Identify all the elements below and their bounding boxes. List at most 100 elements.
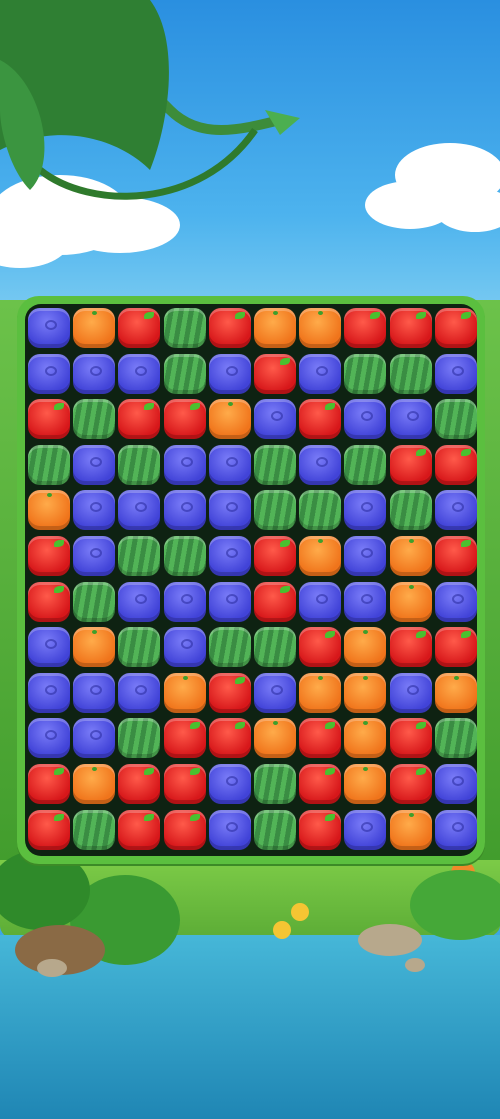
tile-cell[interactable] <box>72 763 116 806</box>
tile-cell[interactable] <box>253 717 297 760</box>
tile-cell[interactable] <box>163 581 207 624</box>
tile-cell[interactable] <box>208 535 252 578</box>
tile-cell[interactable] <box>389 489 433 532</box>
tile-cell[interactable] <box>117 626 161 669</box>
tile-cell[interactable] <box>298 444 342 487</box>
tile-cell[interactable] <box>72 581 116 624</box>
tile-cell[interactable] <box>298 809 342 852</box>
tile-cell[interactable] <box>389 626 433 669</box>
tile-cell[interactable] <box>27 307 71 350</box>
tile-cell[interactable] <box>163 626 207 669</box>
tile-cell[interactable] <box>163 535 207 578</box>
tile-cell[interactable] <box>163 717 207 760</box>
tile-cell[interactable] <box>343 626 387 669</box>
tile-cell[interactable] <box>253 626 297 669</box>
tile-cell[interactable] <box>163 809 207 852</box>
tile-cell[interactable] <box>163 444 207 487</box>
tile-cell[interactable] <box>389 809 433 852</box>
tile-cell[interactable] <box>117 444 161 487</box>
tile-cell[interactable] <box>298 626 342 669</box>
tile-cell[interactable] <box>343 763 387 806</box>
tile-cell[interactable] <box>253 763 297 806</box>
tile-cell[interactable] <box>117 535 161 578</box>
tile-cell[interactable] <box>208 398 252 441</box>
tile-cell[interactable] <box>298 489 342 532</box>
tile-cell[interactable] <box>117 763 161 806</box>
tile-cell[interactable] <box>27 581 71 624</box>
tile-cell[interactable] <box>27 809 71 852</box>
tile-cell[interactable] <box>434 626 478 669</box>
tile-cell[interactable] <box>389 535 433 578</box>
tile-cell[interactable] <box>434 353 478 396</box>
tile-cell[interactable] <box>343 353 387 396</box>
tile-cell[interactable] <box>434 763 478 806</box>
tile-cell[interactable] <box>117 398 161 441</box>
tile-cell[interactable] <box>298 353 342 396</box>
tile-cell[interactable] <box>343 535 387 578</box>
tile-cell[interactable] <box>343 809 387 852</box>
tile-cell[interactable] <box>27 535 71 578</box>
tile-cell[interactable] <box>27 763 71 806</box>
tile-cell[interactable] <box>72 626 116 669</box>
tile-cell[interactable] <box>163 398 207 441</box>
tile-cell[interactable] <box>117 717 161 760</box>
tile-cell[interactable] <box>298 581 342 624</box>
tile-cell[interactable] <box>208 307 252 350</box>
tile-cell[interactable] <box>389 398 433 441</box>
tile-cell[interactable] <box>163 672 207 715</box>
tile-cell[interactable] <box>72 535 116 578</box>
tile-cell[interactable] <box>208 672 252 715</box>
tile-cell[interactable] <box>434 672 478 715</box>
tile-cell[interactable] <box>27 353 71 396</box>
tile-cell[interactable] <box>389 353 433 396</box>
tile-cell[interactable] <box>163 489 207 532</box>
tile-cell[interactable] <box>27 489 71 532</box>
tile-cell[interactable] <box>27 717 71 760</box>
tile-cell[interactable] <box>298 398 342 441</box>
tile-cell[interactable] <box>253 672 297 715</box>
tile-cell[interactable] <box>343 307 387 350</box>
tile-cell[interactable] <box>163 307 207 350</box>
tile-cell[interactable] <box>434 444 478 487</box>
tile-cell[interactable] <box>27 398 71 441</box>
tile-cell[interactable] <box>253 809 297 852</box>
tile-cell[interactable] <box>117 581 161 624</box>
tile-cell[interactable] <box>208 717 252 760</box>
tile-cell[interactable] <box>253 353 297 396</box>
tile-cell[interactable] <box>72 489 116 532</box>
tile-cell[interactable] <box>298 535 342 578</box>
tile-cell[interactable] <box>434 809 478 852</box>
tile-cell[interactable] <box>389 581 433 624</box>
tile-cell[interactable] <box>343 581 387 624</box>
tile-cell[interactable] <box>298 672 342 715</box>
tile-cell[interactable] <box>117 672 161 715</box>
tile-cell[interactable] <box>163 353 207 396</box>
tile-cell[interactable] <box>434 581 478 624</box>
tile-cell[interactable] <box>253 535 297 578</box>
tile-cell[interactable] <box>208 353 252 396</box>
tile-cell[interactable] <box>253 581 297 624</box>
tile-cell[interactable] <box>389 444 433 487</box>
tile-cell[interactable] <box>72 307 116 350</box>
tile-cell[interactable] <box>72 717 116 760</box>
tile-cell[interactable] <box>298 717 342 760</box>
tile-cell[interactable] <box>117 489 161 532</box>
tile-cell[interactable] <box>343 672 387 715</box>
tile-cell[interactable] <box>434 535 478 578</box>
tile-cell[interactable] <box>343 398 387 441</box>
tile-cell[interactable] <box>253 489 297 532</box>
tile-cell[interactable] <box>434 307 478 350</box>
tile-cell[interactable] <box>72 353 116 396</box>
tile-cell[interactable] <box>343 489 387 532</box>
tile-cell[interactable] <box>27 444 71 487</box>
tile-cell[interactable] <box>208 581 252 624</box>
tile-cell[interactable] <box>253 398 297 441</box>
tile-cell[interactable] <box>253 307 297 350</box>
tile-cell[interactable] <box>117 809 161 852</box>
tile-cell[interactable] <box>72 672 116 715</box>
tile-cell[interactable] <box>389 307 433 350</box>
tile-cell[interactable] <box>163 763 207 806</box>
tile-cell[interactable] <box>434 717 478 760</box>
tile-cell[interactable] <box>208 444 252 487</box>
tile-cell[interactable] <box>343 717 387 760</box>
